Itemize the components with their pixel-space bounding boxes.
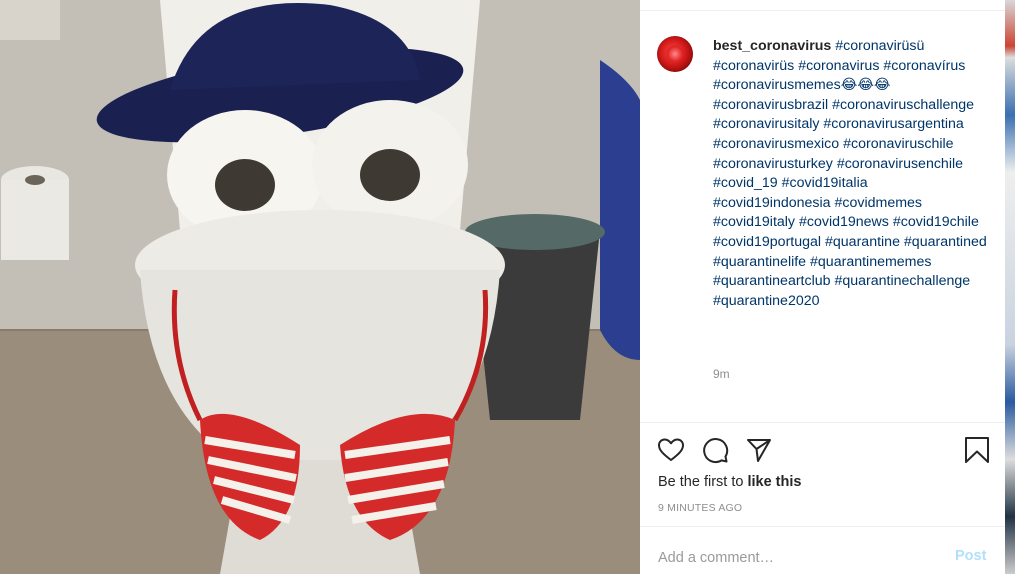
divider: [640, 10, 1005, 11]
post-caption: best_coronavirus #coronavirüsü #coronavir…: [713, 37, 988, 311]
likes-prefix: Be the first to: [658, 474, 748, 490]
comment-input[interactable]: [658, 545, 928, 571]
username-link[interactable]: best_coronavirus: [713, 38, 831, 54]
share-button[interactable]: [745, 436, 773, 464]
hashtag-link[interactable]: #coronavirüs: [713, 58, 794, 74]
hashtag-link[interactable]: #quarantine2020: [713, 293, 820, 309]
hashtag-link[interactable]: #coronavírus: [883, 58, 965, 74]
hashtag-link[interactable]: #covid19italia: [782, 175, 868, 191]
hashtag-link[interactable]: #coronavirus: [798, 58, 879, 74]
hashtag-link[interactable]: #covid19chile: [893, 214, 979, 230]
hashtag-link[interactable]: #quarantineartclub: [713, 273, 831, 289]
hashtag-link[interactable]: #coronaviruschile: [843, 136, 953, 152]
hashtag-link[interactable]: #coronavirusmexico: [713, 136, 839, 152]
hashtag-link[interactable]: #covid19portugal: [713, 234, 821, 250]
comment-button[interactable]: [701, 436, 729, 464]
paper-plane-icon: [747, 439, 771, 462]
hashtag-link[interactable]: #covid19news: [799, 214, 889, 230]
hashtag-link[interactable]: #coronavirusbrazil: [713, 97, 828, 113]
hashtag-link[interactable]: #quarantinechallenge: [834, 273, 970, 289]
hashtag-link[interactable]: #coronavirusenchile: [837, 156, 963, 172]
hashtag-link[interactable]: #coronaviruschallenge: [832, 97, 974, 113]
heart-icon: [658, 438, 684, 461]
divider: [640, 526, 1005, 527]
hashtag-link[interactable]: #covidmemes: [835, 195, 923, 211]
bookmark-icon: [965, 437, 989, 463]
hashtag-link[interactable]: #quarantine: [825, 234, 900, 250]
post-timestamp[interactable]: 9 MINUTES AGO: [658, 502, 742, 514]
hashtag-link[interactable]: #coronavirusturkey: [713, 156, 833, 172]
hashtag-link[interactable]: #coronavirusmemes😂😂😂: [713, 77, 890, 93]
comment-icon: [703, 438, 729, 464]
hashtag-link[interactable]: #coronavirusargentina: [823, 116, 963, 132]
hashtag-link[interactable]: #coronavirüsü: [835, 38, 924, 54]
hashtag-link[interactable]: #quarantinelife: [713, 254, 806, 270]
hashtag-link[interactable]: #quarantinememes: [810, 254, 931, 270]
background-page-strip: [1005, 0, 1015, 574]
avatar[interactable]: [657, 36, 693, 72]
relative-time[interactable]: 9m: [713, 367, 730, 381]
hashtag-link[interactable]: #quarantined: [904, 234, 987, 250]
post-comment-button[interactable]: Post: [955, 548, 986, 564]
divider: [640, 422, 1005, 423]
toilet-photo-illustration: [0, 0, 640, 574]
hashtag-link[interactable]: #covid19italy: [713, 214, 795, 230]
hashtag-link[interactable]: #covid19indonesia: [713, 195, 831, 211]
hashtag-link[interactable]: #coronavirusitaly: [713, 116, 819, 132]
hashtag-list: #coronavirüsü #coronavirüs #coronavirus …: [713, 38, 987, 309]
like-button[interactable]: [657, 436, 685, 464]
post-detail-panel: best_coronavirus #coronavirüsü #coronavir…: [640, 0, 1005, 574]
like-this-link[interactable]: like this: [747, 474, 801, 490]
post-photo[interactable]: [0, 0, 640, 574]
save-button[interactable]: [963, 436, 991, 464]
hashtag-link[interactable]: #covid_19: [713, 175, 778, 191]
likes-summary: Be the first to like this: [658, 474, 801, 490]
